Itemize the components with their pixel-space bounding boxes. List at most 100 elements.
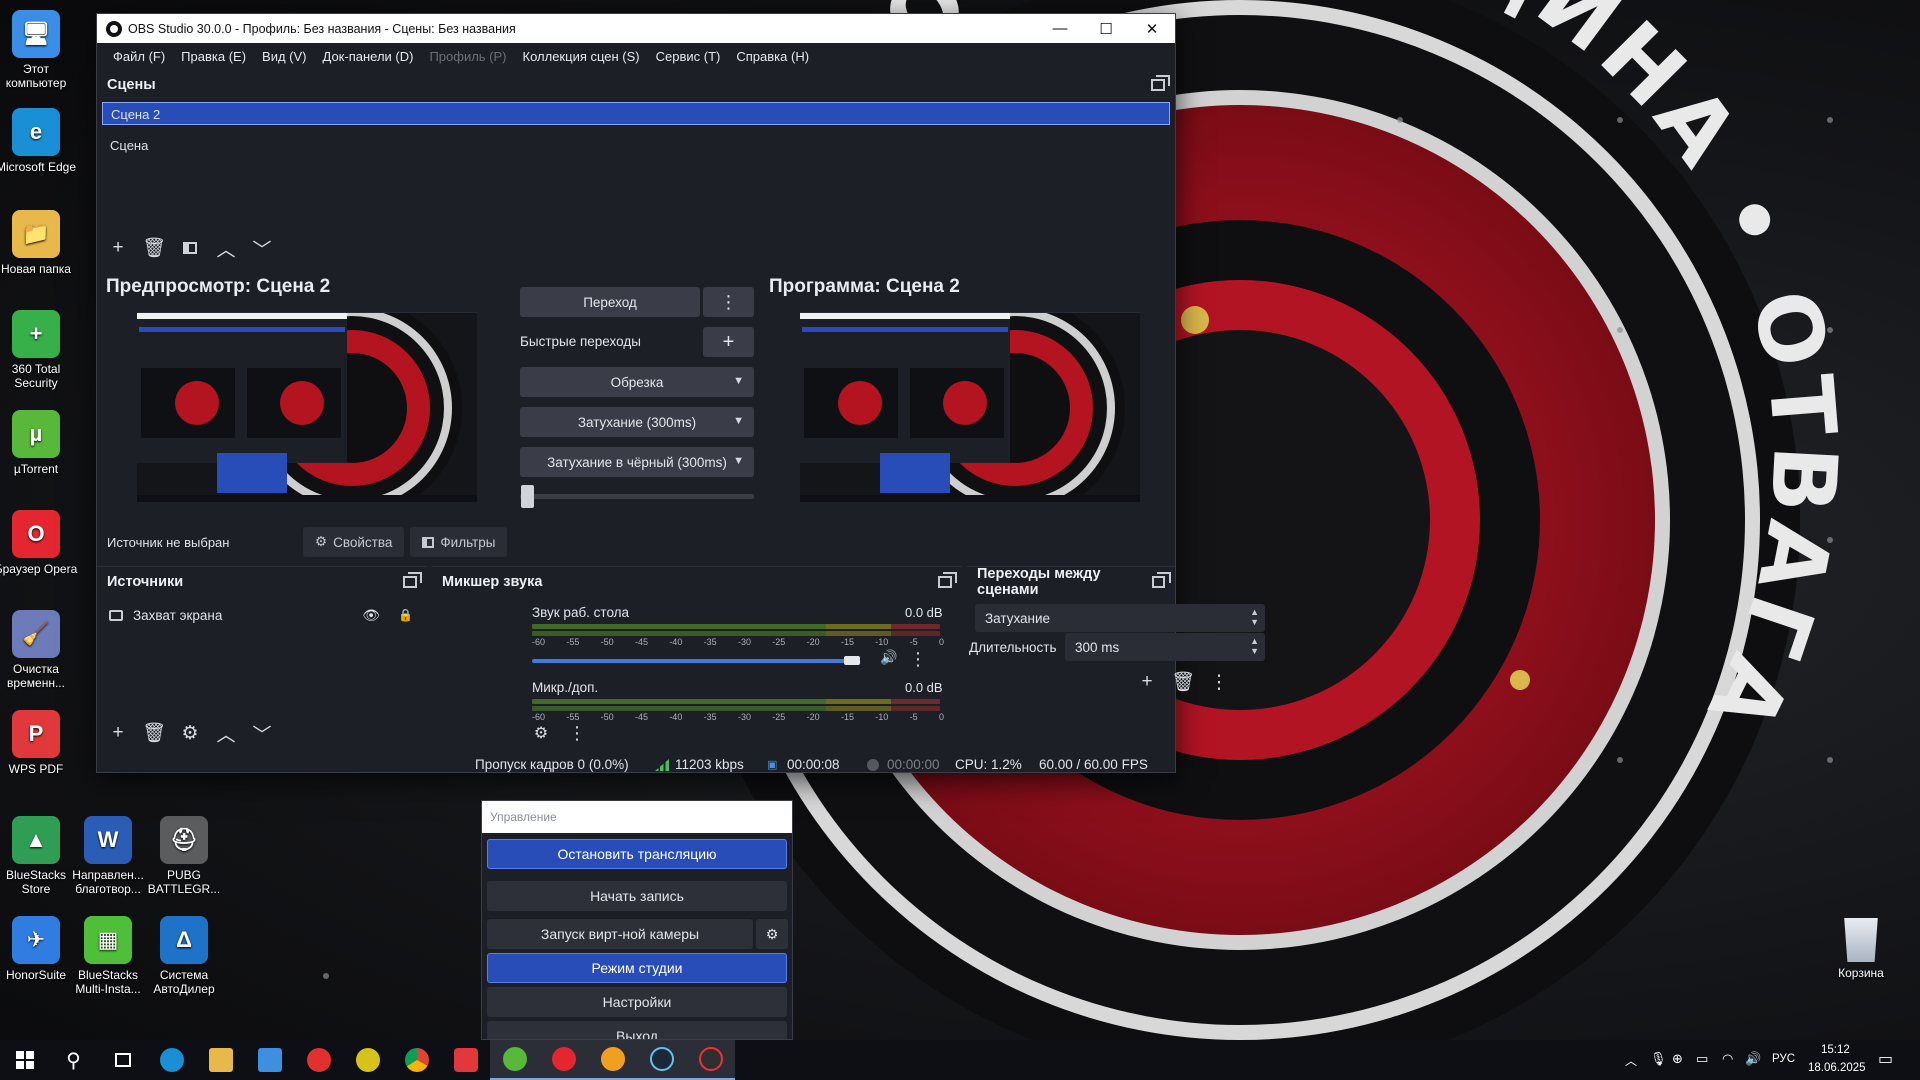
taskbar-edge[interactable] bbox=[147, 1040, 196, 1080]
desktop-icon[interactable]: µ µTorrent bbox=[0, 410, 78, 476]
move-source-up-button[interactable]: ︿ bbox=[210, 719, 242, 747]
desktop-icon[interactable]: 🖥 Этот компьютер bbox=[0, 10, 78, 90]
t-bar-handle[interactable] bbox=[521, 485, 534, 508]
minimize-button[interactable]: — bbox=[1037, 14, 1083, 43]
battery-icon[interactable]: ▭ bbox=[1696, 1051, 1708, 1067]
preview-canvas[interactable] bbox=[137, 312, 477, 502]
taskbar-explorer[interactable] bbox=[196, 1040, 245, 1080]
add-quick-transition-button[interactable]: + bbox=[703, 327, 754, 357]
volume-slider-handle[interactable] bbox=[844, 656, 861, 665]
menu-docks[interactable]: Док-панели (D) bbox=[315, 49, 422, 64]
eye-icon[interactable]: 👁 bbox=[362, 607, 380, 624]
stop-stream-button[interactable]: Остановить трансляцию bbox=[487, 839, 787, 869]
studio-mode-button[interactable]: Режим студии bbox=[487, 953, 787, 983]
advanced-audio-properties-button[interactable]: ⚙ bbox=[525, 719, 557, 747]
add-source-button[interactable]: + bbox=[102, 719, 134, 747]
desktop-icon[interactable]: e Microsoft Edge bbox=[0, 108, 78, 174]
maximize-button[interactable]: ☐ bbox=[1083, 14, 1129, 43]
properties-button[interactable]: ⚙ Свойства bbox=[303, 527, 405, 557]
remove-source-button[interactable]: 🗑 bbox=[138, 719, 170, 747]
desktop-icon[interactable]: W Направлен... благотвор... bbox=[66, 816, 150, 896]
remove-transition-button[interactable]: 🗑 bbox=[1167, 668, 1199, 696]
taskbar-chrome[interactable] bbox=[392, 1040, 441, 1080]
program-canvas[interactable] bbox=[800, 312, 1140, 502]
undock-icon[interactable] bbox=[1151, 572, 1172, 588]
filters-button[interactable]: Фильтры bbox=[410, 527, 508, 557]
clock-date[interactable]: 18.06.2025 bbox=[1808, 1062, 1866, 1074]
recycle-bin[interactable]: Корзина bbox=[1820, 918, 1902, 980]
notification-icon[interactable]: ▭ bbox=[1878, 1049, 1893, 1069]
taskbar-app-yellow[interactable] bbox=[343, 1040, 392, 1080]
source-properties-button[interactable]: ⚙ bbox=[174, 719, 206, 747]
transition-menu-button[interactable]: ⋮ bbox=[703, 287, 754, 317]
desktop-icon-label: PUBG BATTLEGR... bbox=[147, 868, 221, 896]
taskbar-steam[interactable] bbox=[637, 1040, 686, 1080]
start-button[interactable] bbox=[0, 1040, 49, 1080]
menu-tools[interactable]: Сервис (T) bbox=[648, 49, 729, 64]
desktop-icon[interactable]: ⛑ PUBG BATTLEGR... bbox=[142, 816, 226, 896]
move-scene-down-button[interactable]: ﹀ bbox=[246, 234, 278, 262]
move-scene-up-button[interactable]: ︿ bbox=[210, 234, 242, 262]
add-transition-button[interactable]: + bbox=[1131, 668, 1163, 696]
volume-speaker-icon[interactable]: 🔊 bbox=[880, 649, 897, 666]
taskbar-app-orange[interactable] bbox=[588, 1040, 637, 1080]
mixer-menu-button[interactable]: ⋮ bbox=[561, 719, 593, 747]
microphone-icon[interactable]: 🎙 bbox=[1650, 1051, 1667, 1067]
clock-time[interactable]: 15:12 bbox=[1821, 1044, 1850, 1056]
channel-menu-button[interactable]: ⋮ bbox=[902, 645, 934, 673]
add-scene-button[interactable]: + bbox=[102, 234, 134, 262]
tray-chevron-up-icon[interactable]: ︿ bbox=[1625, 1052, 1637, 1069]
source-item-screen-capture[interactable]: Захват экрана 👁 🔒 bbox=[97, 603, 427, 627]
quick-transition-cut[interactable]: Обрезка ▼ bbox=[520, 367, 754, 397]
taskbar-obs[interactable] bbox=[686, 1040, 735, 1080]
virtual-camera-settings-button[interactable]: ⚙ bbox=[756, 919, 788, 949]
desktop-icon[interactable]: +360 Total Security bbox=[0, 310, 78, 390]
menu-profile[interactable]: Профиль (P) bbox=[421, 49, 514, 64]
undock-icon[interactable] bbox=[1151, 75, 1170, 91]
desktop-icon[interactable]: Δ Система АвтоДилер bbox=[142, 916, 226, 996]
remove-scene-button[interactable]: 🗑 bbox=[138, 234, 170, 262]
move-source-down-button[interactable]: ﹀ bbox=[246, 719, 278, 747]
language-indicator[interactable]: РУС bbox=[1772, 1053, 1795, 1065]
close-button[interactable]: ✕ bbox=[1129, 14, 1175, 43]
settings-button[interactable]: Настройки bbox=[487, 987, 787, 1017]
volume-icon[interactable]: 🔊 bbox=[1745, 1051, 1761, 1067]
desktop-icon[interactable]: O Браузер Opera bbox=[0, 510, 78, 576]
menu-file[interactable]: Файл (F) bbox=[105, 49, 173, 64]
title-bar[interactable]: OBS Studio 30.0.0 - Профиль: Без названи… bbox=[97, 14, 1175, 43]
exit-button[interactable]: Выход bbox=[487, 1021, 787, 1039]
taskbar-utorrent[interactable] bbox=[490, 1040, 539, 1080]
menu-scene-collection[interactable]: Коллекция сцен (S) bbox=[515, 49, 648, 64]
network-icon[interactable]: ◠ bbox=[1722, 1051, 1733, 1067]
lock-icon[interactable]: 🔒 bbox=[398, 608, 413, 622]
task-view-button[interactable] bbox=[98, 1040, 147, 1080]
search-button[interactable]: ⚲ bbox=[49, 1040, 98, 1080]
transition-button[interactable]: Переход bbox=[520, 287, 700, 317]
scene-item-scene[interactable]: Сцена bbox=[102, 134, 1170, 157]
desktop-icon[interactable]: 🧹 Очистка временн... bbox=[0, 610, 78, 690]
start-recording-button[interactable]: Начать запись bbox=[487, 881, 787, 911]
transition-select[interactable]: Затухание ▲ ▼ bbox=[975, 604, 1265, 632]
quick-transition-fade[interactable]: Затухание (300ms) ▼ bbox=[520, 407, 754, 437]
start-virtual-camera-button[interactable]: Запуск вирт-ной камеры bbox=[487, 919, 753, 949]
undock-icon[interactable] bbox=[938, 572, 957, 588]
menu-edit[interactable]: Правка (E) bbox=[173, 49, 254, 64]
duration-spinbox[interactable]: 300 ms ▲ ▼ bbox=[1065, 633, 1265, 661]
scene-item-scene-2[interactable]: Сцена 2 bbox=[102, 102, 1170, 125]
taskbar-store[interactable] bbox=[245, 1040, 294, 1080]
taskbar-wps[interactable] bbox=[441, 1040, 490, 1080]
desktop-icon[interactable]: 📁 Новая папка bbox=[0, 210, 78, 276]
t-bar-track[interactable] bbox=[520, 494, 754, 499]
desktop-icon[interactable]: ▦ BlueStacks Multi-Insta... bbox=[66, 916, 150, 996]
volume-slider[interactable] bbox=[532, 659, 853, 663]
taskbar-yandex[interactable] bbox=[294, 1040, 343, 1080]
menu-view[interactable]: Вид (V) bbox=[254, 49, 314, 64]
quick-transition-fade-black[interactable]: Затухание в чёрный (300ms) ▼ bbox=[520, 447, 754, 477]
transition-properties-menu-button[interactable]: ⋮ bbox=[1203, 668, 1235, 696]
app-360-tray-icon[interactable]: ⊕ bbox=[1672, 1051, 1683, 1067]
taskbar-opera[interactable] bbox=[539, 1040, 588, 1080]
menu-help[interactable]: Справка (H) bbox=[728, 49, 817, 64]
undock-icon[interactable] bbox=[403, 572, 422, 588]
scene-filters-button[interactable] bbox=[174, 234, 206, 262]
desktop-icon[interactable]: P WPS PDF bbox=[0, 710, 78, 776]
